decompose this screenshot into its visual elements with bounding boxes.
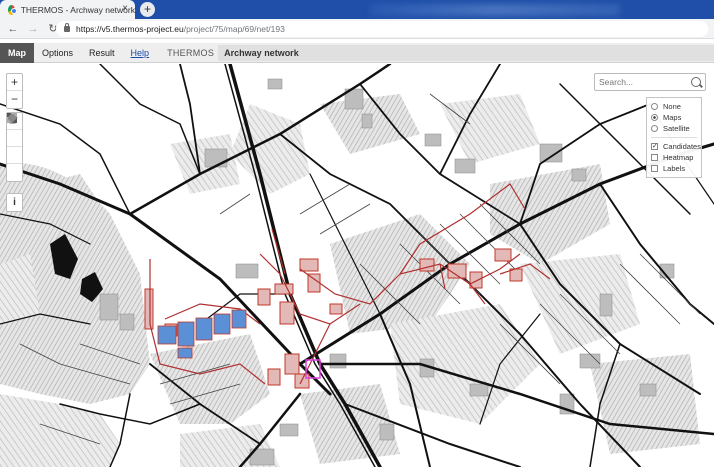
zoom-control: + − (6, 73, 23, 109)
overlay-label: Heatmap (663, 153, 694, 162)
basemap-satellite-option[interactable]: Satellite (651, 123, 697, 134)
radio-button[interactable] (651, 125, 658, 132)
marker-icon (7, 113, 17, 123)
close-tab-icon[interactable]: × (122, 3, 128, 14)
map-svg (0, 64, 714, 467)
radio-button[interactable] (651, 103, 658, 110)
layer-panel: None Maps Satellite ✓ Candidates Heatmap… (646, 97, 702, 178)
browser-tab-strip: THERMOS - Archway network × + (0, 0, 714, 19)
overlay-labels-option[interactable]: Labels (651, 163, 697, 174)
tab-options[interactable]: Options (34, 43, 81, 63)
map-canvas[interactable]: + − i (0, 64, 714, 467)
search-icon[interactable] (691, 77, 701, 87)
back-arrow-icon[interactable]: ← (6, 22, 20, 36)
tab-result[interactable]: Result (81, 43, 123, 63)
info-control: i (6, 193, 23, 212)
layer-divider (651, 137, 697, 138)
tab-title: THERMOS - Archway network (20, 4, 135, 15)
help-link[interactable]: Help (123, 43, 158, 63)
checkbox[interactable] (651, 154, 658, 161)
new-tab-button[interactable]: + (140, 2, 155, 17)
url-text: https://v5.thermos-project.eu/project/75… (76, 24, 285, 34)
draw-tools (6, 112, 23, 182)
zoom-out-button[interactable]: − (7, 91, 22, 108)
basemap-none-option[interactable]: None (651, 101, 697, 112)
radio-button-selected[interactable] (651, 114, 658, 121)
basemap-label: None (663, 102, 681, 111)
select-grid-button[interactable] (7, 113, 22, 164)
app-menu-bar: Map Options Result Help THERMOS Archway … (0, 42, 714, 63)
address-bar: ← → ↻ https://v5.thermos-project.eu/proj… (0, 19, 714, 39)
blurred-tabs (370, 4, 620, 16)
checkbox[interactable] (651, 165, 658, 172)
search-input[interactable] (595, 77, 687, 87)
draw-rectangle-button[interactable] (7, 113, 22, 147)
marker-button[interactable] (7, 113, 22, 181)
lock-icon (64, 23, 70, 32)
overlay-heatmap-option[interactable]: Heatmap (651, 152, 697, 163)
network-name: Archway network (218, 44, 714, 61)
checkbox-checked[interactable]: ✓ (651, 143, 658, 150)
url-field[interactable]: https://v5.thermos-project.eu/project/75… (56, 21, 708, 37)
basemap-label: Satellite (663, 124, 690, 133)
zoom-in-button[interactable]: + (7, 74, 22, 91)
search-box (594, 73, 706, 91)
overlay-label: Candidates (663, 142, 701, 151)
overlay-candidates-option[interactable]: ✓ Candidates (651, 141, 701, 152)
tab-map[interactable]: Map (0, 42, 34, 63)
basemap-maps-option[interactable]: Maps (651, 112, 697, 123)
basemap-label: Maps (663, 113, 682, 122)
forward-arrow-icon[interactable]: → (26, 22, 40, 36)
chrome-favicon-icon (8, 4, 17, 15)
browser-tab[interactable]: THERMOS - Archway network × (0, 0, 135, 19)
overlay-label: Labels (663, 164, 686, 173)
app-brand: THERMOS (167, 47, 215, 58)
info-button[interactable]: i (7, 194, 22, 211)
